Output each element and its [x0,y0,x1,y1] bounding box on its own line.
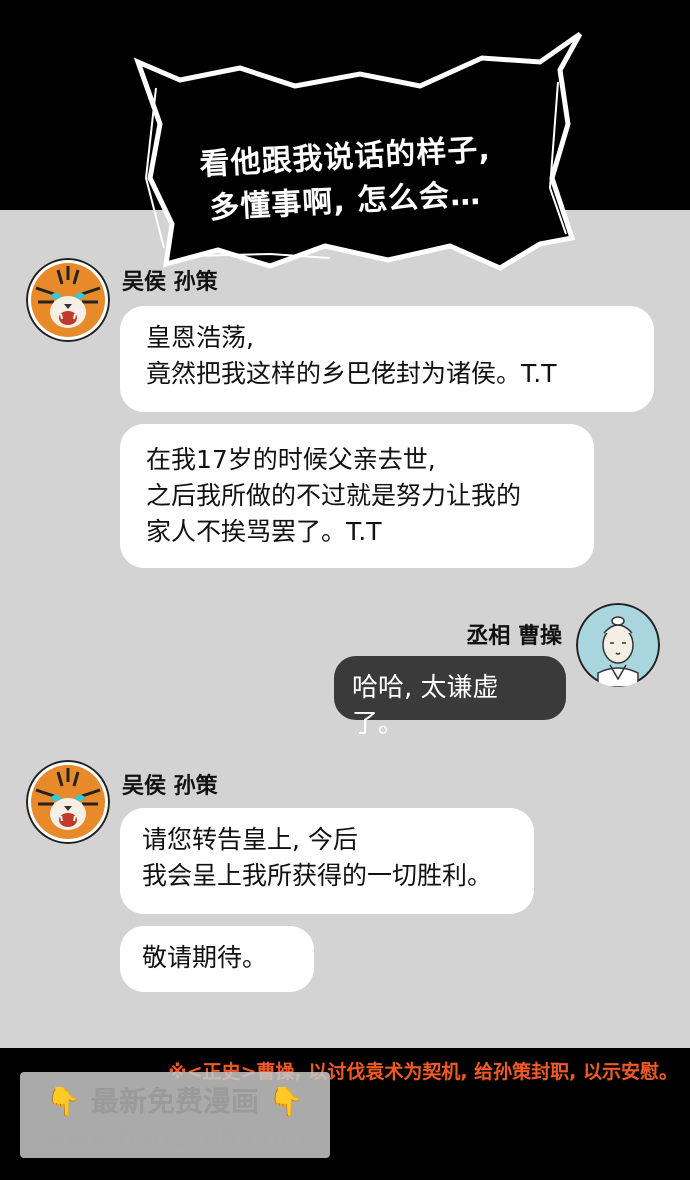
chat-bubble-sent: 哈哈, 太谦虚了。 [334,656,566,739]
chat-bubble: 请您转告皇上, 今后 我会呈上我所获得的一切胜利。 [120,808,534,914]
advisor-avatar[interactable] [576,603,660,687]
pointing-down-hand-icon: 👇 [46,1085,82,1118]
speaker-name: 吴侯 孙策 [122,270,218,295]
watermark-banner[interactable]: 👇 最新免费漫画 👇 www.baozimh.com [20,1072,330,1158]
pointing-down-hand-icon: 👇 [268,1085,304,1118]
tiger-avatar[interactable] [26,760,110,844]
tiger-face-icon [26,760,110,844]
speaker-name: 吴侯 孙策 [122,774,218,799]
tiger-face-icon [26,258,110,342]
speaker-name: 丞相 曹操 [466,624,562,649]
elder-face-icon [576,603,660,687]
watermark-title-row: 👇 最新免费漫画 👇 [20,1080,330,1120]
watermark-title: 最新免费漫画 [90,1085,259,1118]
chat-bubble: 敬请期待。 [120,926,314,992]
chat-bubble: 皇恩浩荡, 竟然把我这样的乡巴佬封为诸侯。T.T [120,306,654,412]
tiger-avatar[interactable] [26,258,110,342]
watermark-url[interactable]: www.baozimh.com [20,1120,330,1153]
chat-bubble: 在我17岁的时候父亲去世, 之后我所做的不过就是努力让我的 家人不挨骂罢了。T.… [120,424,594,568]
